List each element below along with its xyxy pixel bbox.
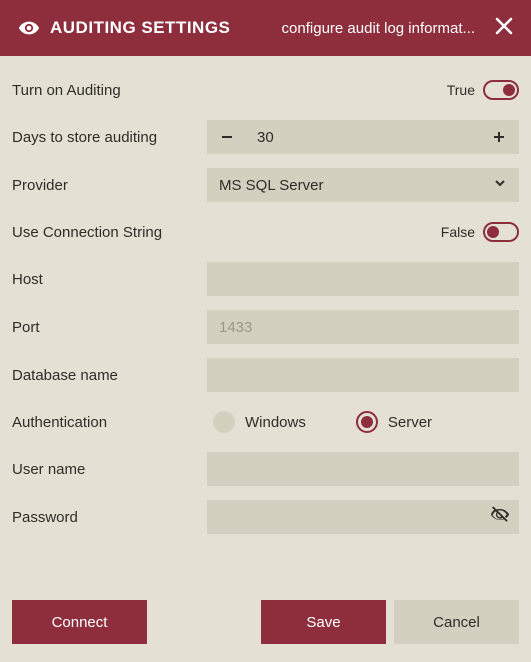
row-password: Password [12,500,519,534]
dialog-title: AUDITING SETTINGS [50,18,230,38]
label-port: Port [12,319,207,336]
label-dbname: Database name [12,367,207,384]
eye-icon [18,17,40,39]
row-dbname: Database name [12,358,519,392]
label-username: User name [12,461,207,478]
password-input[interactable] [207,500,519,534]
dbname-input[interactable] [207,358,519,392]
connect-button[interactable]: Connect [12,600,147,644]
dialog-footer: Connect Save Cancel [0,590,531,662]
toggle-turn-on-auditing[interactable] [483,80,519,100]
save-button[interactable]: Save [261,600,386,644]
close-icon[interactable] [491,13,517,44]
label-host: Host [12,271,207,288]
chevron-down-icon [493,176,507,194]
row-days: Days to store auditing 30 [12,120,519,154]
radio-icon-checked [356,411,378,433]
row-turn-on-auditing: Turn on Auditing True [12,74,519,106]
cancel-button[interactable]: Cancel [394,600,519,644]
row-provider: Provider MS SQL Server [12,168,519,202]
row-use-conn-string: Use Connection String False [12,216,519,248]
auth-radio-windows[interactable]: Windows [213,411,306,433]
stepper-decrement[interactable] [207,120,247,154]
auth-radio-group: Windows Server [207,411,519,433]
label-password: Password [12,509,207,526]
radio-icon-unchecked [213,411,235,433]
stepper-value[interactable]: 30 [247,129,479,146]
toggle-text-turn-on: True [447,82,475,98]
stepper-increment[interactable] [479,120,519,154]
toggle-use-conn-string[interactable] [483,222,519,242]
row-port: Port [12,310,519,344]
row-host: Host [12,262,519,296]
auth-radio-server[interactable]: Server [356,411,432,433]
visibility-off-icon[interactable] [489,504,511,531]
radio-label-windows: Windows [245,414,306,431]
row-authentication: Authentication Windows Server [12,406,519,438]
toggle-text-conn-string: False [441,224,475,240]
days-stepper: 30 [207,120,519,154]
provider-selected-value: MS SQL Server [219,177,323,194]
dialog-content: Turn on Auditing True Days to store audi… [0,56,531,590]
label-use-conn-string: Use Connection String [12,224,207,241]
label-provider: Provider [12,177,207,194]
dialog-subtitle: configure audit log informat... [230,20,475,37]
label-turn-on-auditing: Turn on Auditing [12,82,207,99]
host-input[interactable] [207,262,519,296]
radio-label-server: Server [388,414,432,431]
provider-select[interactable]: MS SQL Server [207,168,519,202]
label-days: Days to store auditing [12,129,207,146]
row-username: User name [12,452,519,486]
footer-spacer [155,600,253,644]
label-authentication: Authentication [12,414,207,431]
username-input[interactable] [207,452,519,486]
port-input[interactable] [207,310,519,344]
dialog-header: AUDITING SETTINGS configure audit log in… [0,0,531,56]
